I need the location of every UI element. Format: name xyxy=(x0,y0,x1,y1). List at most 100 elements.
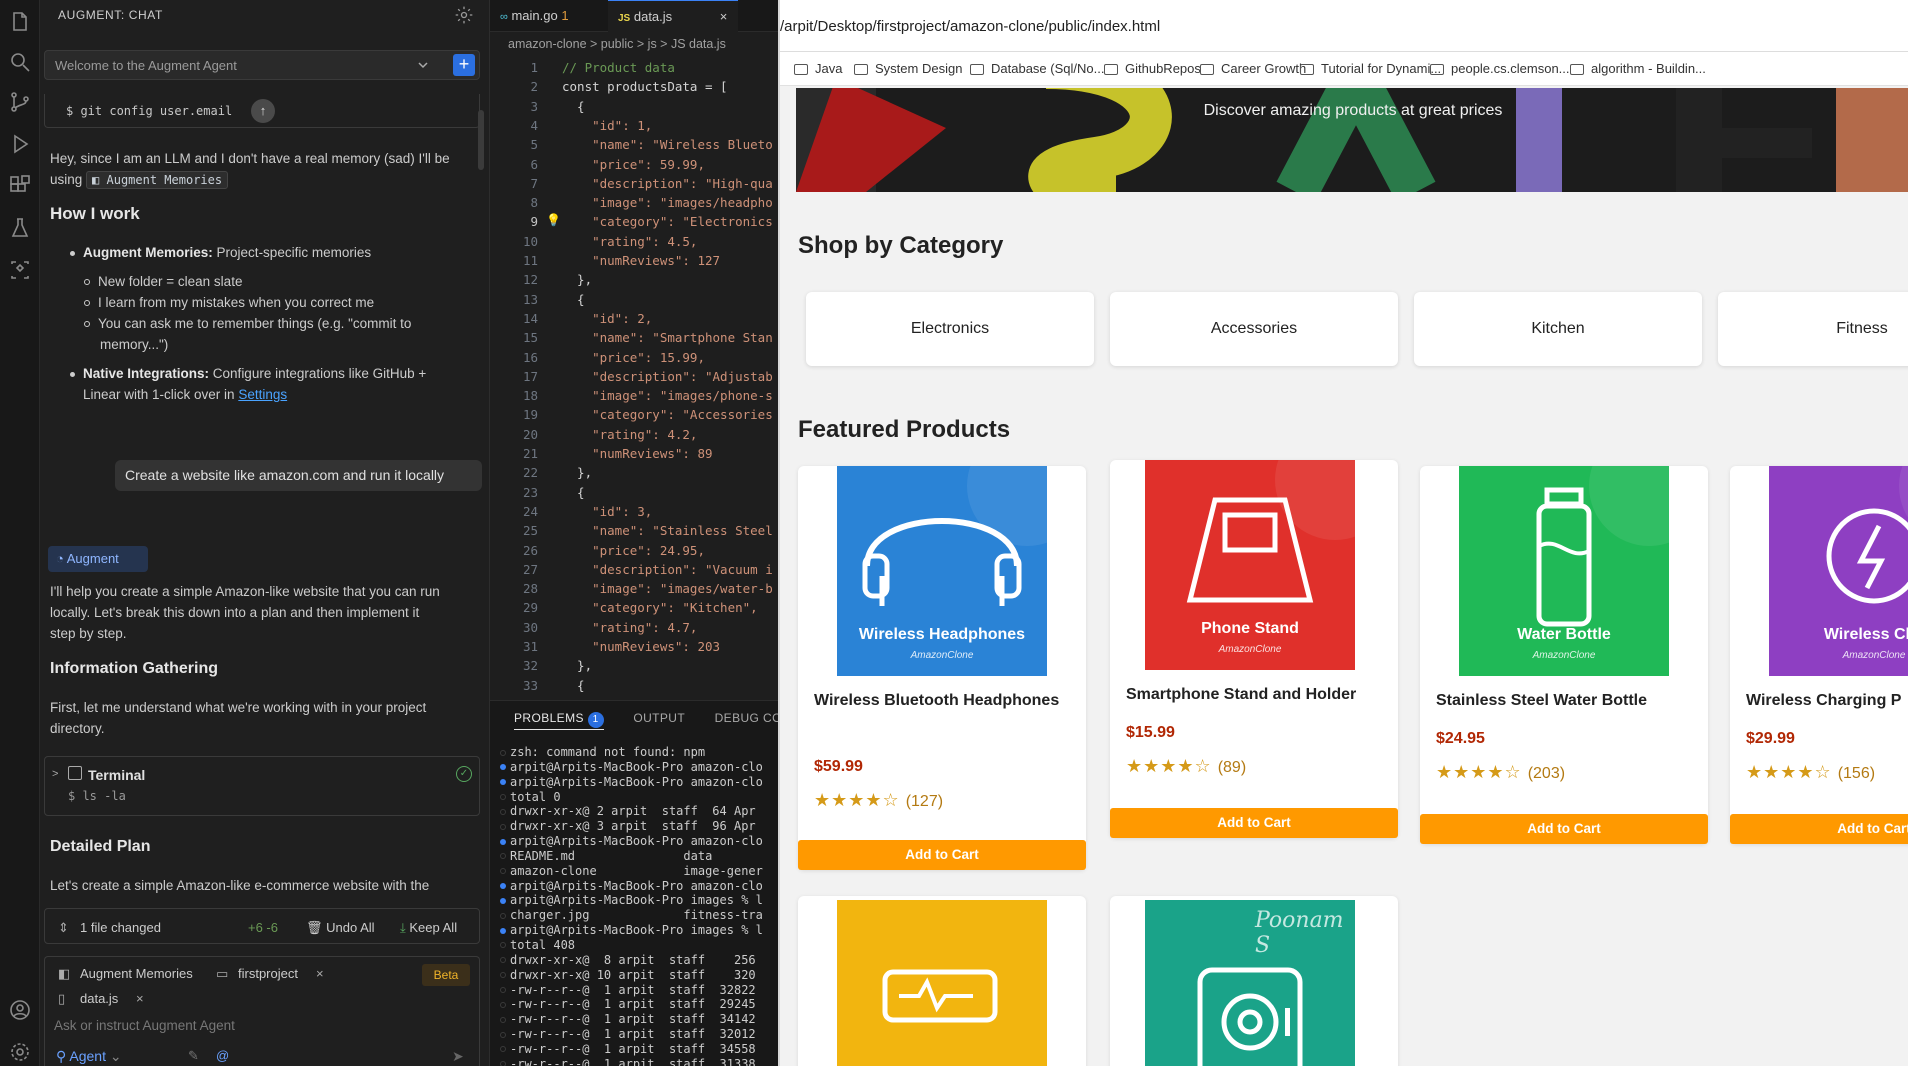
tab-data-js[interactable]: JS data.js × xyxy=(608,0,738,32)
bookmark-item[interactable]: GithubRepos xyxy=(1104,61,1201,76)
files-changed-label[interactable]: 1 file changed xyxy=(80,920,161,935)
product-image[interactable] xyxy=(837,900,1047,1066)
remove-context-icon[interactable]: × xyxy=(316,966,324,981)
category-card[interactable]: Fitness xyxy=(1718,292,1908,366)
mention-icon[interactable]: @ xyxy=(216,1048,229,1063)
terminal-tool-card[interactable] xyxy=(44,756,480,816)
product-card[interactable]: Poonam S xyxy=(1110,896,1398,1066)
category-card[interactable]: Electronics xyxy=(806,292,1094,366)
add-to-cart-button[interactable]: Add to Cart xyxy=(798,840,1086,870)
address-bar[interactable]: /arpit/Desktop/firstproject/amazon-clone… xyxy=(780,0,1908,52)
chat-scrollbar[interactable] xyxy=(478,110,484,170)
keep-all-button[interactable]: ⤓ Keep All xyxy=(400,920,457,936)
context-file[interactable]: data.js xyxy=(80,991,118,1006)
thread-selector[interactable]: Welcome to the Augment Agent + xyxy=(44,50,480,80)
code-line: const productsData = [ xyxy=(562,79,728,95)
search-icon[interactable] xyxy=(8,50,32,74)
bookmark-item[interactable]: people.cs.clemson... xyxy=(1430,61,1570,76)
terminal-line: -rw-r--r--@ 1 arpit staff 31338 xyxy=(500,1057,778,1066)
undo-all-button[interactable]: 🗑 Undo All xyxy=(306,920,375,936)
context-memories[interactable]: Augment Memories xyxy=(80,966,193,981)
bookmark-item[interactable]: Tutorial for Dynami... xyxy=(1300,61,1441,76)
line-number: 14 xyxy=(522,310,538,326)
tab-output[interactable]: OUTPUT xyxy=(633,711,685,725)
bookmark-item[interactable]: Database (Sql/No... xyxy=(970,61,1104,76)
product-name[interactable]: Wireless Bluetooth Headphones xyxy=(814,688,1074,714)
product-card[interactable]: Water Bottle AmazonClone Stainless Steel W… xyxy=(1420,466,1708,844)
product-card[interactable]: Phone Stand AmazonClone Smartphone Stand a… xyxy=(1110,460,1398,838)
extensions-icon[interactable] xyxy=(8,174,32,198)
source-control-icon[interactable] xyxy=(8,90,32,114)
product-image[interactable]: Wireless Cha AmazonClone xyxy=(1769,466,1908,676)
scroll-up-icon[interactable]: ↑ xyxy=(251,99,275,123)
line-number: 19 xyxy=(522,407,538,423)
attach-icon[interactable]: ✎ xyxy=(188,1048,199,1064)
line-number: 25 xyxy=(522,523,538,539)
close-icon[interactable]: × xyxy=(720,9,728,24)
bookmark-item[interactable]: Career Growth xyxy=(1200,61,1306,76)
bookmark-item[interactable]: Java xyxy=(794,61,842,76)
send-icon[interactable]: ➤ xyxy=(452,1048,464,1065)
product-image[interactable]: Poonam S xyxy=(1145,900,1355,1066)
settings-gear-icon[interactable] xyxy=(454,5,474,25)
terminal-output[interactable]: zsh: command not found: npm arpit@Arpits-… xyxy=(500,745,778,1066)
agent-tag-icon: ◔ xyxy=(56,551,64,566)
breadcrumb[interactable]: amazon-clone > public > js > JS data.js xyxy=(508,37,726,51)
chat-input[interactable]: Ask or instruct Augment Agent xyxy=(54,1018,235,1033)
product-name[interactable]: Stainless Steel Water Bottle xyxy=(1436,688,1696,714)
tab-main-go[interactable]: ∞ main.go 1 xyxy=(490,0,608,32)
run-debug-icon[interactable] xyxy=(8,132,32,156)
add-to-cart-button[interactable]: Add to Cart xyxy=(1110,808,1398,838)
code-line: "image": "images/headpho xyxy=(562,195,773,211)
augment-memories-chip[interactable]: ◧ Augment Memories xyxy=(86,171,229,189)
terminal-line: -rw-r--r--@ 1 arpit staff 34142 xyxy=(500,1012,778,1027)
tab-debug-console[interactable]: DEBUG CONS xyxy=(715,711,778,725)
context-project[interactable]: firstproject xyxy=(238,966,298,981)
code-line: // Product data xyxy=(562,60,675,75)
tab-problems[interactable]: PROBLEMS 1 xyxy=(514,711,604,730)
product-card[interactable]: Wireless Cha AmazonClone Wireless Charging… xyxy=(1730,466,1908,844)
account-icon[interactable] xyxy=(8,998,32,1022)
bookmark-label: Tutorial for Dynami... xyxy=(1321,61,1442,76)
bookmark-item[interactable]: System Design xyxy=(854,61,962,76)
product-image[interactable]: Phone Stand AmazonClone xyxy=(1145,460,1355,670)
url-text[interactable]: /arpit/Desktop/firstproject/amazon-clone… xyxy=(780,18,1160,35)
memories-icon: ◧ xyxy=(58,966,71,981)
expand-changes-icon[interactable]: ⇕ xyxy=(58,920,69,936)
remove-file-icon[interactable]: × xyxy=(136,991,144,1006)
line-number: 23 xyxy=(522,484,538,500)
settings-link[interactable]: Settings xyxy=(238,387,287,402)
category-card[interactable]: Accessories xyxy=(1110,292,1398,366)
augment-icon[interactable] xyxy=(8,258,32,282)
mode-selector[interactable]: ⚲ Agent ⌄ xyxy=(56,1048,122,1065)
agent-tag-label: Augment xyxy=(66,551,119,566)
product-image[interactable]: Wireless Headphones AmazonClone xyxy=(837,466,1047,676)
terminal-line-text: -rw-r--r--@ 1 arpit staff 29245 xyxy=(510,997,756,1012)
code-line: "numReviews": 203 xyxy=(562,639,721,654)
new-thread-button[interactable]: + xyxy=(453,54,475,76)
product-card[interactable]: Wireless Headphones AmazonClone Wireless B… xyxy=(798,466,1086,870)
chevron-right-icon[interactable]: > xyxy=(52,768,58,780)
lightbulb-icon[interactable]: 💡 xyxy=(546,213,561,227)
tab-data-js-label: data.js xyxy=(633,9,673,24)
product-card[interactable] xyxy=(798,896,1086,1066)
add-to-cart-button[interactable]: Add to Cart xyxy=(1730,814,1908,844)
product-price: $29.99 xyxy=(1746,730,1795,747)
product-image[interactable]: Water Bottle AmazonClone xyxy=(1459,466,1669,676)
explorer-icon[interactable] xyxy=(8,10,32,34)
product-name[interactable]: Wireless Charging P xyxy=(1746,688,1908,714)
go-file-icon: ∞ xyxy=(500,11,508,23)
add-to-cart-button[interactable]: Add to Cart xyxy=(1420,814,1708,844)
product-price: $24.95 xyxy=(1436,730,1485,747)
product-name[interactable]: Smartphone Stand and Holder xyxy=(1126,682,1386,708)
terminal-line: total 408 xyxy=(500,938,778,953)
manage-gear-icon[interactable] xyxy=(8,1040,32,1064)
bullet-memories: Augment Memories: Project-specific memor… xyxy=(70,243,470,263)
bookmark-item[interactable]: algorithm - Buildin... xyxy=(1570,61,1706,76)
line-number: 4 xyxy=(530,117,538,133)
category-card[interactable]: Kitchen xyxy=(1414,292,1702,366)
product-image-brand: AmazonClone xyxy=(1218,644,1282,655)
testing-icon[interactable] xyxy=(8,216,32,240)
review-count: (127) xyxy=(905,793,944,810)
code-line: "rating": 4.2, xyxy=(562,426,698,442)
